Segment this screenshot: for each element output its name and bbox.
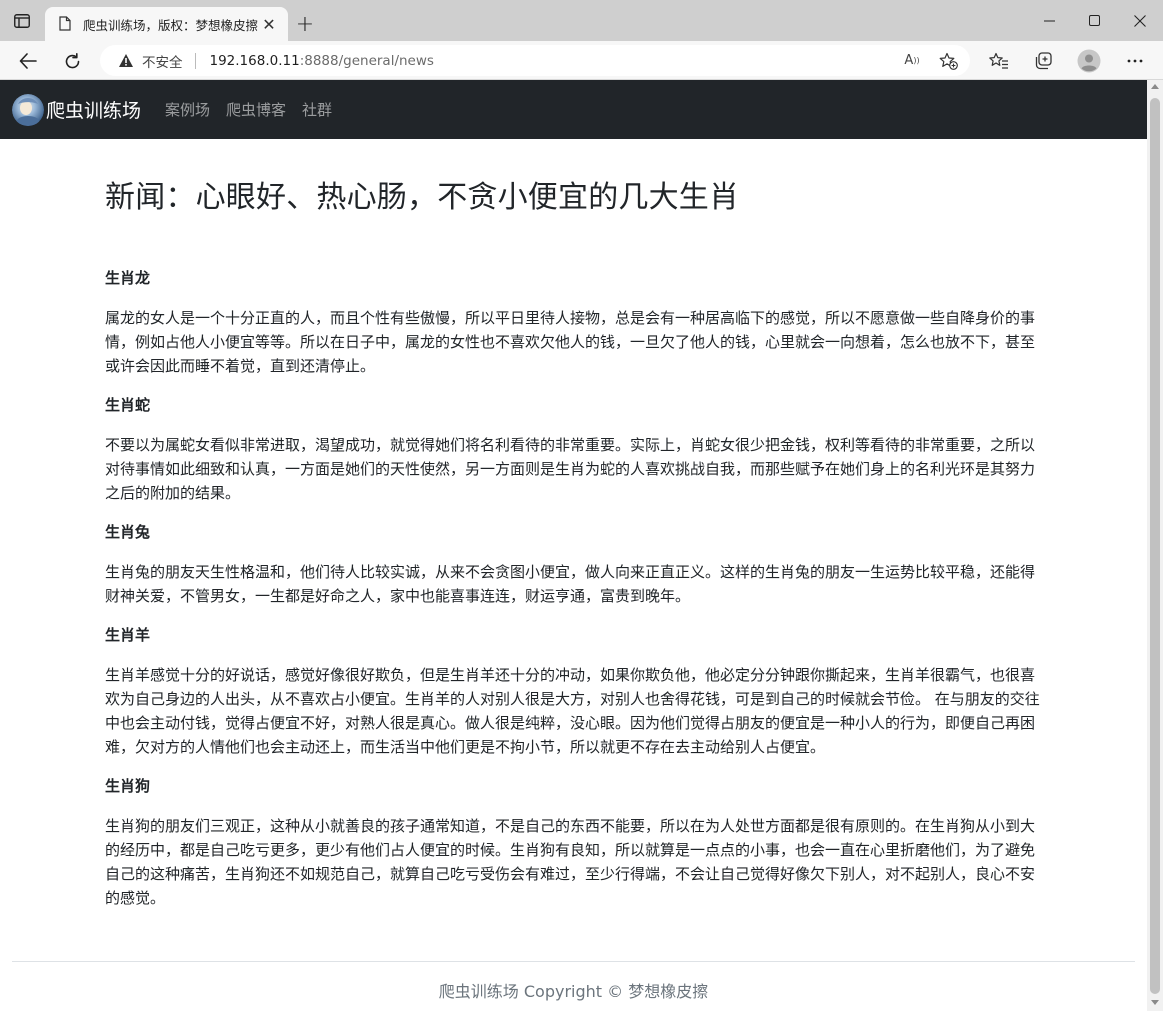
profile-icon[interactable] xyxy=(1075,47,1103,75)
article-section: 生肖羊 生肖羊感觉十分的好说话，感觉好像很好欺负，但是生肖羊还十分的冲动，如果你… xyxy=(105,623,1041,759)
scroll-down-icon[interactable] xyxy=(1151,1000,1159,1005)
back-arrow-icon[interactable] xyxy=(14,47,42,75)
nav-item-cases[interactable]: 案例场 xyxy=(165,99,210,120)
section-body: 生肖兔的朋友天生性格温和，他们待人比较实诚，从来不会贪图小便宜，做人向来正直正义… xyxy=(105,563,1036,605)
site-navbar: 爬虫训练场 案例场 爬虫博客 社群 xyxy=(0,80,1147,139)
maximize-button[interactable] xyxy=(1071,0,1117,41)
footer-divider xyxy=(12,961,1135,962)
article-section: 生肖兔 生肖兔的朋友天生性格温和，他们待人比较实诚，从来不会贪图小便宜，做人向来… xyxy=(105,520,1041,608)
browser-tab[interactable]: 爬虫训练场，版权：梦想橡皮擦 ✕ xyxy=(45,7,288,41)
page-viewport: 爬虫训练场 案例场 爬虫博客 社群 新闻：心眼好、热心肠，不贪小便宜的几大生肖 … xyxy=(0,80,1147,1011)
brand-logo xyxy=(12,93,44,126)
minimize-button[interactable] xyxy=(1026,0,1072,41)
section-heading: 生肖羊 xyxy=(105,626,151,644)
article-section: 生肖蛇 不要以为属蛇女看似非常进取，渴望成功，就觉得她们将名利看待的非常重要。实… xyxy=(105,393,1041,505)
section-heading: 生肖龙 xyxy=(105,269,151,287)
star-plus-icon[interactable] xyxy=(934,45,962,76)
section-body: 属龙的女人是一个十分正直的人，而且个性有些傲慢，所以平日里待人接物，总是会有一种… xyxy=(105,309,1036,375)
article-section: 生肖狗 生肖狗的朋友们三观正，这种从小就善良的孩子通常知道，不是自己的东西不能要… xyxy=(105,774,1041,910)
plus-icon[interactable]: + xyxy=(294,12,316,37)
scroll-up-icon[interactable] xyxy=(1151,84,1159,89)
tab-actions-icon[interactable] xyxy=(12,12,32,30)
section-body: 生肖羊感觉十分的好说话，感觉好像很好欺负，但是生肖羊还十分的冲动，如果你欺负他，… xyxy=(105,666,1040,756)
url-path: :8888/general/news xyxy=(299,52,434,69)
refresh-icon[interactable] xyxy=(58,47,86,75)
site-brand[interactable]: 爬虫训练场 xyxy=(12,93,142,126)
page-scrollbar[interactable] xyxy=(1147,80,1163,1011)
article-container: 新闻：心眼好、热心肠，不贪小便宜的几大生肖 生肖龙 属龙的女人是一个十分正直的人… xyxy=(105,180,1041,925)
divider xyxy=(194,52,196,69)
security-label[interactable]: 不安全 xyxy=(142,51,183,71)
section-heading: 生肖蛇 xyxy=(105,396,151,414)
url-host: 192.168.0.11 xyxy=(209,52,300,69)
document-icon xyxy=(59,16,73,32)
tab-title: 爬虫训练场，版权：梦想橡皮擦 xyxy=(83,17,259,33)
collections-icon[interactable] xyxy=(1030,47,1058,75)
nav-item-blog[interactable]: 爬虫博客 xyxy=(226,99,286,120)
address-bar[interactable]: 不安全 192.168.0.11:8888/general/news A)) xyxy=(100,45,970,76)
close-icon[interactable]: ✕ xyxy=(260,15,278,34)
more-icon[interactable] xyxy=(1121,47,1149,75)
nav-links: 案例场 爬虫博客 社群 xyxy=(149,99,332,120)
article-section: 生肖龙 属龙的女人是一个十分正直的人，而且个性有些傲慢，所以平日里待人接物，总是… xyxy=(105,266,1041,378)
section-heading: 生肖狗 xyxy=(105,777,151,795)
tab-strip: 爬虫训练场，版权：梦想橡皮擦 ✕ + xyxy=(0,0,1163,41)
close-window-button[interactable] xyxy=(1117,0,1163,41)
page-title: 新闻：心眼好、热心肠，不贪小便宜的几大生肖 xyxy=(105,180,740,215)
section-heading: 生肖兔 xyxy=(105,523,151,541)
section-body: 生肖狗的朋友们三观正，这种从小就善良的孩子通常知道，不是自己的东西不能要，所以在… xyxy=(105,817,1036,907)
read-aloud-icon[interactable]: A)) xyxy=(898,45,926,76)
brand-name: 爬虫训练场 xyxy=(46,100,142,122)
favorites-icon[interactable] xyxy=(985,47,1013,75)
scrollbar-thumb[interactable] xyxy=(1150,98,1160,994)
section-body: 不要以为属蛇女看似非常进取，渴望成功，就觉得她们将名利看待的非常重要。实际上，肖… xyxy=(105,436,1036,502)
nav-item-community[interactable]: 社群 xyxy=(302,99,332,120)
browser-toolbar: 不安全 192.168.0.11:8888/general/news A)) xyxy=(0,41,1163,80)
page-footer: 爬虫训练场 Copyright © 梦想橡皮擦 xyxy=(438,982,709,1001)
warning-icon[interactable] xyxy=(118,53,134,69)
